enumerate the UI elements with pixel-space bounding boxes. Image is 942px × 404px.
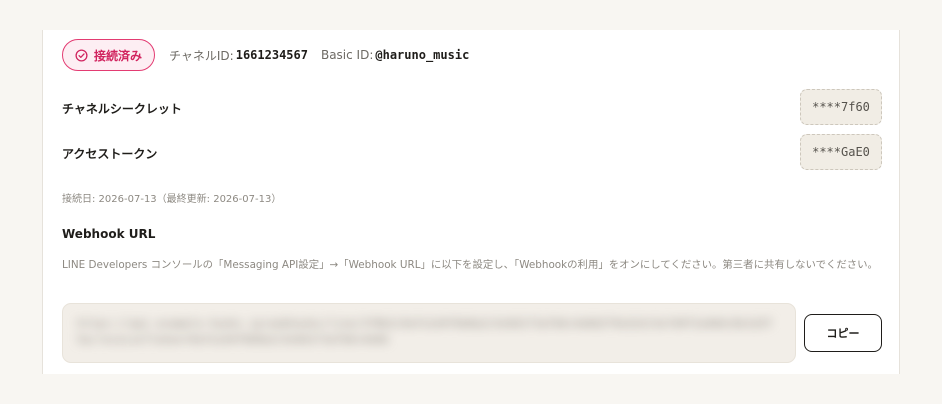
check-circle-icon: [75, 48, 88, 62]
access-token-label: アクセストークン: [62, 147, 158, 161]
channel-secret-label: チャネルシークレット: [62, 102, 182, 116]
connected-date-text: 接続日: 2026-07-13（最終更新: 2026-07-13）: [62, 194, 282, 205]
channel-id-label: チャネルID:: [169, 48, 234, 63]
line-connection-card: 接続済み チャネルID: 1661234567 Basic ID: @harun…: [42, 30, 900, 374]
channel-id-value: 1661234567: [235, 48, 308, 62]
webhook-url-field[interactable]: https://api.example-hooks.jp/webhooks/li…: [62, 303, 796, 363]
connected-badge-label: 接続済み: [94, 48, 143, 63]
copy-webhook-url-button[interactable]: コピー: [804, 314, 882, 352]
basic-id-label: Basic ID:: [320, 48, 374, 62]
basic-id-value: @haruno_music: [375, 48, 470, 62]
webhook-url-description: LINE Developers コンソールの「Messaging API設定」→…: [62, 259, 878, 271]
webhook-url-value: https://api.example-hooks.jp/webhooks/li…: [77, 317, 773, 346]
channel-secret-value: ****7f60: [800, 89, 882, 125]
connection-status-row: 接続済み チャネルID: 1661234567 Basic ID: @harun…: [62, 38, 469, 72]
connected-badge: 接続済み: [62, 39, 156, 71]
access-token-value: ****GaE0: [800, 134, 882, 170]
webhook-url-title: Webhook URL: [62, 227, 156, 241]
